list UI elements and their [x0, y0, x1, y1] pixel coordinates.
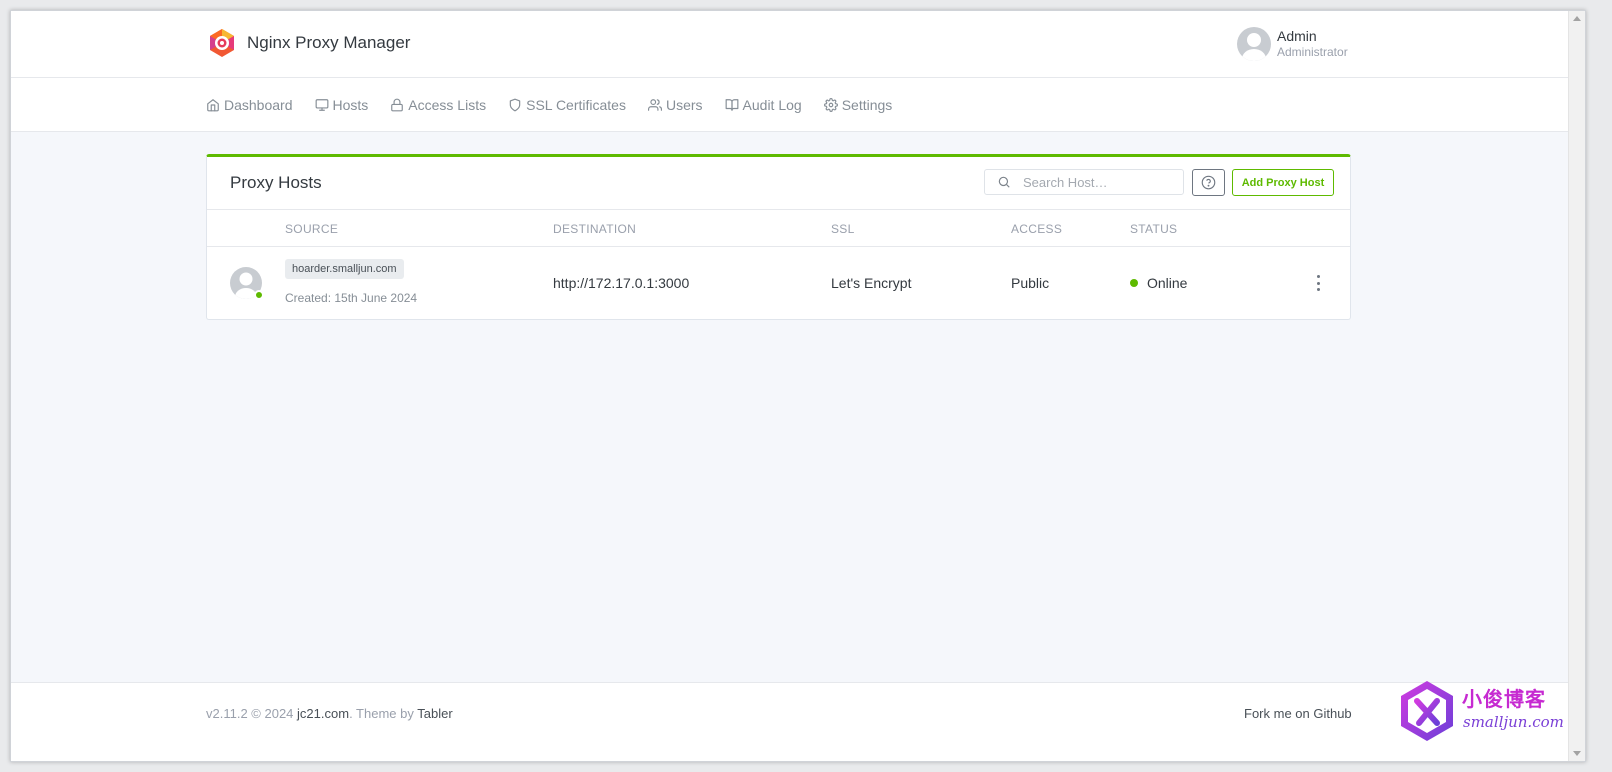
proxy-hosts-card: Proxy Hosts Add Proxy Host SOURCE DESTIN…	[206, 154, 1351, 320]
ssl-cell: Let's Encrypt	[831, 275, 912, 291]
gear-icon	[823, 98, 838, 112]
book-icon	[725, 99, 738, 111]
destination-cell: http://172.17.0.1:3000	[553, 275, 690, 291]
main-nav: Dashboard Hosts Access Lists SSL Certifi…	[11, 78, 1570, 132]
home-icon	[207, 99, 219, 112]
access-cell: Public	[1011, 275, 1050, 291]
domain-tag[interactable]: hoarder.smalljun.com	[285, 259, 404, 279]
scroll-up-arrow-icon[interactable]	[1573, 16, 1581, 21]
nav-label: Users	[665, 97, 703, 113]
footer-credits: v2.11.2 © 2024 jc21.com. Theme by Tabler	[206, 706, 453, 721]
table-row: hoarder.smalljun.com Created: 15th June …	[207, 247, 1350, 320]
users-icon	[647, 99, 662, 111]
nav-label: Hosts	[332, 97, 369, 113]
nav-item-access-lists[interactable]: Access Lists	[390, 97, 486, 113]
card-title: Proxy Hosts	[230, 173, 322, 192]
monitor-icon	[315, 99, 328, 111]
nav-item-ssl-certificates[interactable]: SSL Certificates	[508, 97, 626, 113]
user-menu[interactable]: Admin Administrator	[1237, 27, 1348, 61]
version-text: v2.11.2 © 2024	[206, 706, 294, 721]
avatar	[1237, 27, 1271, 61]
watermark: 小俊博客 smalljun.com	[1397, 677, 1567, 747]
nav-item-hosts[interactable]: Hosts	[315, 97, 369, 113]
app-title: Nginx Proxy Manager	[247, 33, 411, 52]
watermark-title: 小俊博客	[1462, 687, 1546, 711]
watermark-logo-icon	[1401, 681, 1453, 741]
user-role: Administrator	[1277, 45, 1348, 59]
nav-item-settings[interactable]: Settings	[823, 97, 893, 113]
search-icon	[998, 176, 1010, 188]
status-cell: Online	[1147, 275, 1188, 291]
search-input[interactable]	[1023, 174, 1173, 190]
column-header-status[interactable]: STATUS	[1130, 222, 1177, 236]
nav-item-users[interactable]: Users	[647, 97, 703, 113]
user-name: Admin	[1277, 28, 1317, 44]
jc21-link[interactable]: jc21.com	[297, 706, 349, 721]
row-actions-menu-icon[interactable]	[1314, 275, 1322, 291]
top-header: Nginx Proxy Manager Admin Administrator	[11, 11, 1570, 78]
nav-label: SSL Certificates	[526, 97, 626, 113]
help-circle-icon	[1201, 175, 1216, 190]
help-button[interactable]	[1192, 169, 1225, 196]
theme-text: . Theme by	[349, 706, 414, 721]
tabler-link[interactable]: Tabler	[417, 706, 452, 721]
watermark-url: smalljun.com	[1463, 713, 1564, 731]
created-date: Created: 15th June 2024	[285, 291, 418, 305]
app-window: Nginx Proxy Manager Admin Administrator …	[10, 10, 1586, 762]
footer: v2.11.2 © 2024 jc21.com. Theme by Tabler…	[11, 682, 1570, 761]
nav-label: Dashboard	[224, 97, 293, 113]
card-header: Proxy Hosts Add Proxy Host	[207, 157, 1350, 210]
vertical-scrollbar[interactable]	[1568, 11, 1585, 761]
column-header-ssl[interactable]: SSL	[831, 222, 855, 236]
nav-item-dashboard[interactable]: Dashboard	[206, 97, 293, 113]
add-proxy-host-button[interactable]: Add Proxy Host	[1232, 169, 1334, 196]
shield-icon	[509, 98, 521, 112]
column-header-source[interactable]: SOURCE	[285, 222, 338, 236]
host-online-indicator	[254, 290, 264, 300]
status-dot	[1130, 279, 1138, 287]
nginx-proxy-manager-logo-icon	[210, 29, 234, 57]
search-box	[984, 169, 1184, 195]
nav-label: Settings	[841, 97, 893, 113]
column-header-access[interactable]: ACCESS	[1011, 222, 1062, 236]
brand[interactable]: Nginx Proxy Manager	[207, 28, 410, 58]
nav-label: Audit Log	[742, 97, 802, 113]
github-link[interactable]: Fork me on Github	[1244, 706, 1352, 721]
nav-label: Access Lists	[408, 97, 487, 113]
table-header: SOURCE DESTINATION SSL ACCESS STATUS	[207, 210, 1350, 247]
user-silhouette-icon	[1242, 33, 1266, 61]
column-header-destination[interactable]: DESTINATION	[553, 222, 636, 236]
scroll-down-arrow-icon[interactable]	[1573, 751, 1581, 756]
lock-icon	[391, 98, 404, 112]
nav-item-audit-log[interactable]: Audit Log	[725, 97, 802, 113]
